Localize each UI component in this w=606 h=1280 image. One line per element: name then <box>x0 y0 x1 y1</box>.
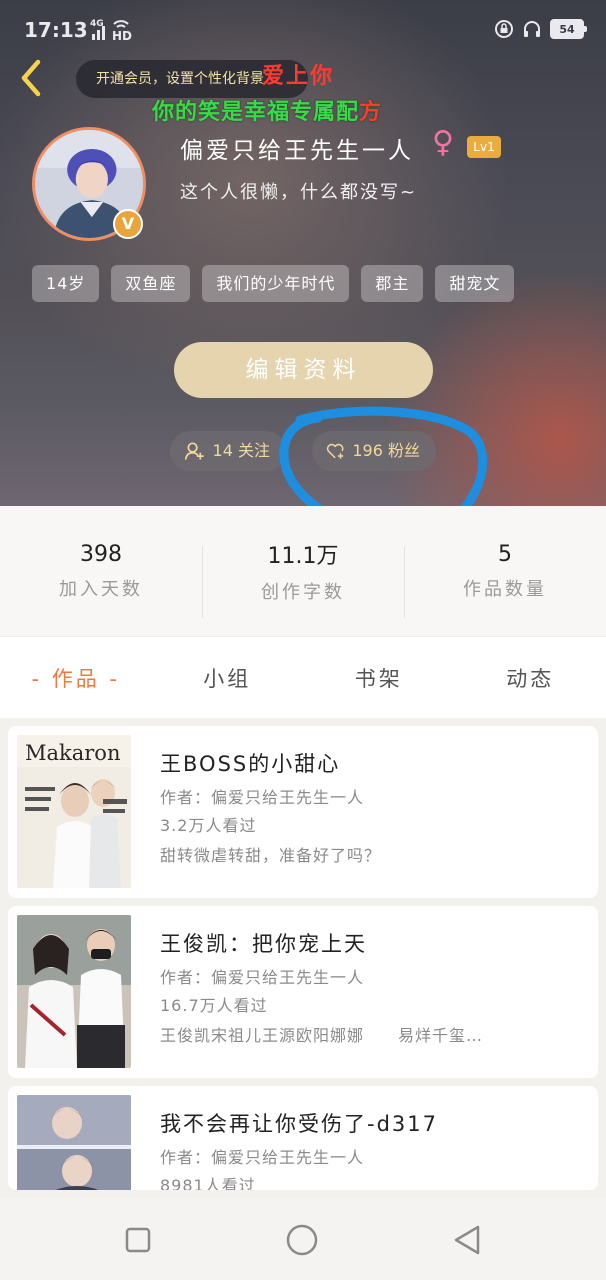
edit-profile-button[interactable]: 编辑资料 <box>174 342 433 398</box>
stat-label: 加入天数 <box>59 578 143 600</box>
book-cover <box>17 1095 131 1190</box>
female-gender-icon: ♀ <box>432 125 454 160</box>
overlay-text-green-main: 你的笑是幸福专属配 <box>152 100 360 125</box>
book-cover <box>17 915 131 1068</box>
status-right: 54 <box>494 16 587 42</box>
profile-tags: 14岁 双鱼座 我们的少年时代 郡主 甜宠文 <box>32 265 515 302</box>
tab-works[interactable]: - 作品 - <box>0 637 152 718</box>
book-views: 16.7万人看过 <box>160 996 268 1015</box>
tag-zodiac[interactable]: 双鱼座 <box>111 265 191 302</box>
tag-show[interactable]: 我们的少年时代 <box>202 265 350 302</box>
verified-badge: V <box>113 209 143 239</box>
home-icon[interactable] <box>284 1222 320 1258</box>
overlay-text-green-end: 方 <box>359 100 383 125</box>
headphones-icon <box>524 21 540 37</box>
followers-label: 196 粉丝 <box>352 441 420 460</box>
tab-groups[interactable]: 小组 <box>152 637 304 718</box>
tab-activity[interactable]: 动态 <box>455 637 606 718</box>
level-badge: Lv1 <box>467 136 501 158</box>
tag-genre[interactable]: 甜宠文 <box>435 265 515 302</box>
add-user-icon <box>184 442 204 460</box>
overlay-text-red: 爱上你 <box>262 64 335 89</box>
bio: 这个人很懒，什么都没写~ <box>180 182 418 203</box>
following-button[interactable]: 14 关注 <box>170 431 286 471</box>
battery-icon: 54 <box>550 19 587 39</box>
overlay-text-green: 你的笑是幸福专属配方 <box>152 94 382 126</box>
status-time: 17:13 <box>24 18 88 42</box>
cover-title: Makaron <box>25 741 120 765</box>
status-bar: 17:13 4G HD 54 <box>0 0 606 50</box>
book-cover: Makaron <box>17 735 131 888</box>
back-triangle-icon[interactable] <box>450 1222 486 1258</box>
tag-age[interactable]: 14岁 <box>32 265 100 302</box>
list-item[interactable]: Makaron 王BOSS的小甜心 作者：偏爱只给王先生一人 3.2万人看过 甜… <box>8 726 598 898</box>
stat-word-count: 11.1万 创作字数 <box>202 506 404 636</box>
back-arrow-icon[interactable] <box>12 58 52 98</box>
book-views: 3.2万人看过 <box>160 816 257 835</box>
list-item[interactable]: 我不会再让你受伤了-d317 作者：偏爱只给王先生一人 8981人看过 <box>8 1086 598 1190</box>
book-author: 作者：偏爱只给王先生一人 <box>160 1148 365 1167</box>
stat-join-days: 398 加入天数 <box>0 506 202 636</box>
followers-button[interactable]: 196 粉丝 <box>312 431 436 471</box>
stat-works-count: 5 作品数量 <box>404 506 606 636</box>
battery-level: 54 <box>559 22 575 36</box>
book-views: 8981人看过 <box>160 1176 256 1190</box>
signal-icon: 4G HD <box>90 19 132 42</box>
book-title: 我不会再让你受伤了-d317 <box>160 1112 438 1136</box>
stat-value: 5 <box>498 541 512 567</box>
book-author: 作者：偏爱只给王先生一人 <box>160 788 365 807</box>
following-label: 14 关注 <box>212 441 270 460</box>
profile-header: 17:13 4G HD 54 开通会员，设置个性化背景 爱上你 你的笑是幸福专属… <box>0 0 606 506</box>
book-title: 王俊凯：把你宠上天 <box>160 932 367 956</box>
hd-label: HD <box>112 29 132 42</box>
book-description: 甜转微虐转甜，准备好了吗？ <box>160 846 382 865</box>
book-title: 王BOSS的小甜心 <box>160 752 341 776</box>
username: 偏爱只给王先生一人 <box>180 138 414 164</box>
system-nav-bar <box>0 1198 606 1280</box>
stat-value: 398 <box>80 541 122 567</box>
book-description: 王俊凯宋祖儿王源欧阳娜娜 易烊千玺… <box>160 1026 484 1045</box>
works-list: Makaron 王BOSS的小甜心 作者：偏爱只给王先生一人 3.2万人看过 甜… <box>8 726 598 1198</box>
tag-title[interactable]: 郡主 <box>361 265 424 302</box>
heart-plus-icon <box>326 443 344 459</box>
stat-label: 作品数量 <box>463 578 547 600</box>
network-type: 4G <box>90 19 104 29</box>
book-author: 作者：偏爱只给王先生一人 <box>160 968 365 987</box>
stats-row: 398 加入天数 11.1万 创作字数 5 作品数量 <box>0 506 606 636</box>
profile-tabs: - 作品 - 小组 书架 动态 <box>0 636 606 718</box>
recent-apps-icon[interactable] <box>120 1222 156 1258</box>
stat-value: 11.1万 <box>267 544 339 569</box>
stat-label: 创作字数 <box>261 582 345 603</box>
list-item[interactable]: 王俊凯：把你宠上天 作者：偏爱只给王先生一人 16.7万人看过 王俊凯宋祖儿王源… <box>8 906 598 1078</box>
tab-bookshelf[interactable]: 书架 <box>303 637 455 718</box>
lock-rotation-icon <box>495 20 513 38</box>
